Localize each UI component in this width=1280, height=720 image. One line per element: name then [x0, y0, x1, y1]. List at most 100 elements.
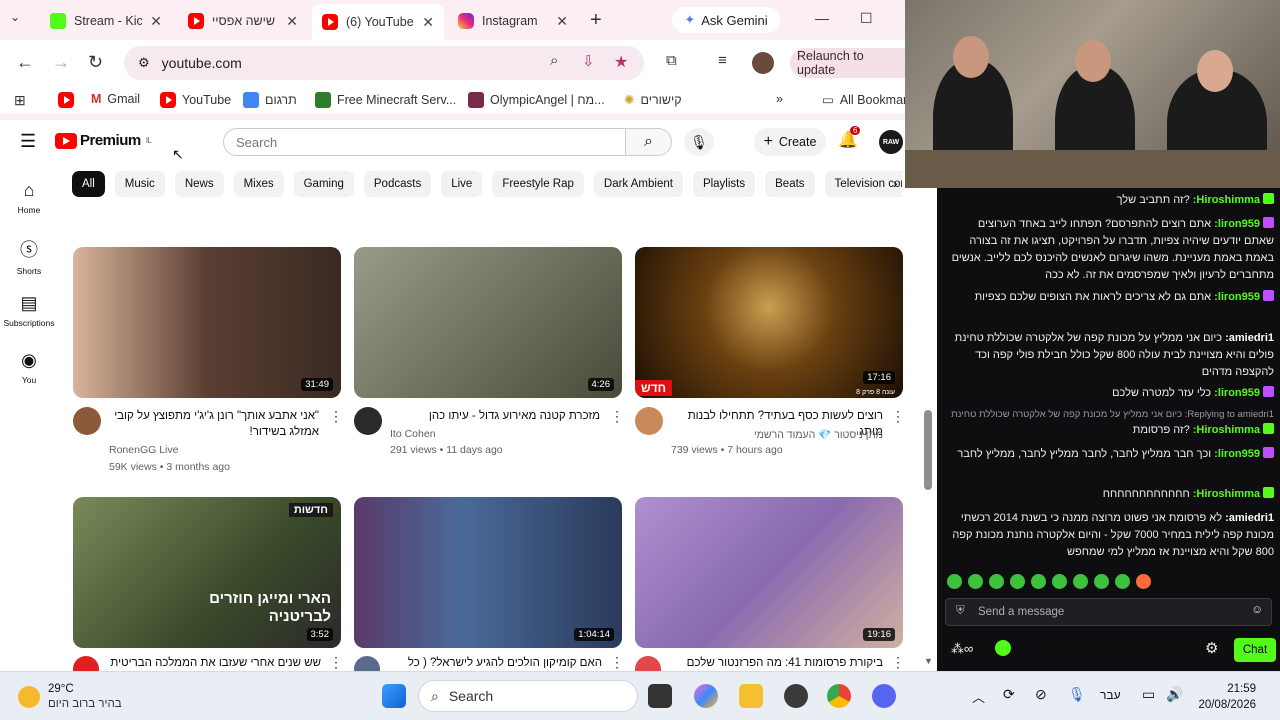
profile-avatar-icon[interactable]: [752, 52, 774, 74]
close-tab-icon[interactable]: ✕: [556, 13, 568, 30]
zoom-icon[interactable]: ⌕: [550, 52, 558, 69]
chip-all[interactable]: All: [72, 171, 105, 197]
chip-playlists[interactable]: Playlists: [692, 171, 756, 197]
video-thumbnail[interactable]: 4:26: [354, 247, 622, 398]
video-card[interactable]: חדש עונה 8 פרק 8 17:16 רוצים לעשות כסף ב…: [635, 247, 905, 468]
channel-avatar[interactable]: [354, 656, 380, 671]
sidebar-item-shorts[interactable]: ⓢ Shorts: [0, 236, 58, 276]
install-app-icon[interactable]: ⇩: [582, 52, 595, 70]
taskbar-search[interactable]: ⌕ Search: [418, 680, 638, 712]
video-card[interactable]: 19:16 ביקורת פרסומות 41: מה הפרזנטור שלכ…: [635, 497, 905, 671]
chip-podcasts[interactable]: Podcasts: [363, 171, 432, 197]
display-icon[interactable]: ▭: [1142, 686, 1155, 703]
close-tab-icon[interactable]: ✕: [286, 13, 298, 30]
chip-gaming[interactable]: Gaming: [293, 171, 354, 197]
channel-avatar[interactable]: [73, 656, 99, 671]
new-tab-plus-icon[interactable]: +: [590, 9, 602, 32]
settings-gear-icon[interactable]: ⚙: [1205, 639, 1218, 657]
chat-username[interactable]: liron959:: [1214, 448, 1260, 460]
chip-freestyle-rap[interactable]: Freestyle Rap: [492, 171, 584, 197]
video-thumbnail[interactable]: 1:04:14: [354, 497, 622, 648]
bookmark-olympicangel[interactable]: OlympicAngel | מח...: [468, 92, 605, 108]
send-chat-button[interactable]: Chat: [1234, 638, 1276, 662]
windows-start-icon[interactable]: [382, 684, 406, 708]
bookmark-youtube-icon-only[interactable]: [58, 92, 74, 108]
bookmark-translate[interactable]: תרגום: [243, 92, 297, 108]
keyboard-language[interactable]: עבר: [1100, 688, 1121, 702]
close-tab-icon[interactable]: ✕: [150, 13, 162, 30]
channel-name[interactable]: RonenGG Live: [109, 444, 178, 456]
microphone-icon[interactable]: 🎙: [1068, 686, 1086, 703]
relaunch-button[interactable]: Relaunch to update: [790, 48, 905, 78]
menu-hamburger-icon[interactable]: ☰: [20, 131, 36, 152]
chat-username[interactable]: Hiroshimma:: [1193, 194, 1260, 206]
maximize-icon[interactable]: ☐: [860, 10, 873, 27]
forward-arrow-icon[interactable]: →: [52, 52, 70, 73]
more-options-icon[interactable]: ⋮: [891, 408, 905, 425]
bookmark-links-folder[interactable]: ✺ קישורים: [624, 92, 682, 108]
emoji-picker-icon[interactable]: ☺: [1251, 604, 1263, 616]
tab-shisha[interactable]: שישה אפסיי ✕: [178, 6, 308, 36]
more-options-icon[interactable]: ⋮: [610, 408, 624, 425]
chat-message-input[interactable]: ⛨ Send a message ☺: [945, 598, 1272, 626]
scroll-down-arrow-icon[interactable]: ▼: [924, 656, 933, 666]
site-info-icon[interactable]: ⚙: [138, 55, 150, 71]
chat-username[interactable]: liron959:: [1214, 387, 1260, 399]
chat-username[interactable]: liron959:: [1214, 218, 1260, 230]
emote-icon[interactable]: [947, 574, 962, 589]
chat-username[interactable]: liron959:: [1214, 291, 1260, 303]
chat-username[interactable]: Hiroshimma:: [1193, 488, 1260, 500]
more-options-icon[interactable]: ⋮: [329, 654, 343, 671]
create-button[interactable]: + Create: [754, 128, 826, 156]
channel-name[interactable]: מתן ניסטור 💎 העמוד הרשמי: [671, 428, 883, 441]
emote-icon[interactable]: [1136, 574, 1151, 589]
video-thumbnail[interactable]: חדשות הארי ומייגן חוזרים לבריטניה 3:52: [73, 497, 341, 648]
ask-gemini-button[interactable]: ✦ Ask Gemini: [672, 7, 780, 33]
chat-username[interactable]: Hiroshimma:: [1193, 424, 1260, 436]
video-thumbnail[interactable]: חדש עונה 8 פרק 8 17:16: [635, 247, 903, 398]
account-avatar[interactable]: RAW: [879, 130, 903, 154]
weather-widget[interactable]: 29°C בהיר ברוב היום: [18, 682, 122, 712]
video-card[interactable]: חדשות הארי ומייגן חוזרים לבריטניה 3:52 ש…: [73, 497, 343, 671]
video-card[interactable]: 1:04:14 האם קומיקון הולכים להגיע לישראל?…: [354, 497, 624, 671]
chat-username[interactable]: amiedri1:: [1225, 512, 1274, 524]
emote-icon[interactable]: [1052, 574, 1067, 589]
tab-instagram[interactable]: Instagram ✕: [448, 6, 578, 36]
sidebar-item-home[interactable]: ⌂ Home: [0, 180, 58, 215]
emote-icon[interactable]: [1031, 574, 1046, 589]
app-icon[interactable]: [784, 684, 808, 708]
chip-live[interactable]: Live: [441, 171, 483, 197]
emote-icon[interactable]: [1073, 574, 1088, 589]
kick-points-icon[interactable]: [995, 640, 1011, 656]
task-view-icon[interactable]: [648, 684, 672, 708]
emote-icon[interactable]: [968, 574, 983, 589]
chat-username[interactable]: amiedri1:: [1225, 332, 1274, 344]
system-clock[interactable]: 21:59 20/08/2026: [1198, 681, 1256, 713]
chip-music[interactable]: Music: [114, 171, 165, 197]
chip-dark-ambient[interactable]: Dark Ambient: [593, 171, 683, 197]
youtube-premium-logo[interactable]: Premium IL: [55, 132, 152, 149]
sync-icon[interactable]: ⟳: [1003, 686, 1015, 703]
apps-grid-icon[interactable]: ⊞: [14, 92, 26, 109]
file-explorer-icon[interactable]: [739, 684, 763, 708]
video-title[interactable]: "אני אתבע אותך" רונן ג'יג'י מתפוצץ על קו…: [109, 408, 319, 440]
volume-icon[interactable]: 🔊: [1166, 686, 1183, 703]
chips-next-chevron-icon[interactable]: ›: [893, 175, 898, 191]
sidebar-item-you[interactable]: ◉ You: [0, 350, 58, 385]
bookmark-star-icon[interactable]: ★: [614, 52, 628, 72]
notifications-button[interactable]: 🔔 6: [838, 126, 861, 150]
chip-television-comedy[interactable]: Television comedy: [824, 171, 902, 197]
video-thumbnail[interactable]: 31:49: [73, 247, 341, 398]
chat-tools-icon[interactable]: ⁂∞: [951, 641, 973, 657]
video-title[interactable]: שש שנים אחרי שעזבו את הממלכה הבריטית - .…: [109, 655, 321, 671]
more-bookmarks-chevron-icon[interactable]: »: [776, 92, 783, 106]
copilot-icon[interactable]: [694, 684, 718, 708]
video-title[interactable]: ביקורת פרסומות 41: מה הפרזנטור שלכם: [671, 655, 883, 671]
chip-news[interactable]: News: [174, 171, 224, 197]
minimize-icon[interactable]: —: [815, 10, 829, 26]
tab-youtube-active[interactable]: (6) YouTube ✕: [312, 4, 444, 40]
channel-avatar[interactable]: [635, 656, 661, 671]
sidebar-item-subscriptions[interactable]: ▤ Subscriptions: [0, 293, 58, 328]
bookmark-minecraft[interactable]: Free Minecraft Serv...: [315, 92, 456, 108]
extensions-icon[interactable]: ⧉: [666, 52, 677, 69]
